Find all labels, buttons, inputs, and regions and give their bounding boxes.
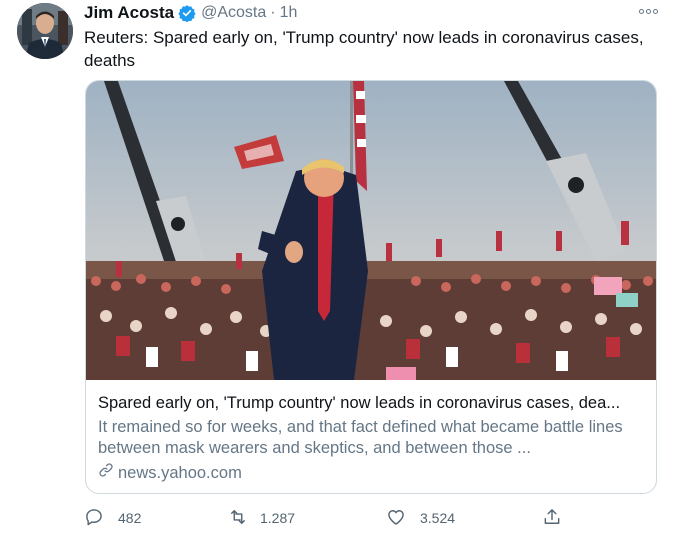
verified-badge-icon: [178, 4, 196, 23]
link-icon: [98, 462, 114, 484]
reply-icon: [84, 507, 104, 530]
tweet-timestamp[interactable]: 1h: [280, 4, 298, 22]
tweet-header: Jim Acosta @Acosta · 1h: [84, 2, 297, 24]
share-button[interactable]: [542, 506, 562, 530]
retweet-icon: [228, 507, 248, 530]
share-icon: [542, 507, 562, 530]
card-title[interactable]: Spared early on, 'Trump country' now lea…: [98, 393, 644, 414]
reply-button[interactable]: 482: [84, 506, 141, 530]
retweet-count: 1.287: [260, 510, 296, 526]
separator-dot: ·: [270, 4, 276, 21]
action-bar: 482 1.287 3.524: [84, 506, 584, 530]
author-name[interactable]: Jim Acosta: [84, 3, 174, 23]
card-description: It remained so for weeks, and that fact …: [98, 418, 623, 457]
avatar[interactable]: [17, 3, 73, 59]
retweet-button[interactable]: 1.287: [228, 506, 295, 530]
author-handle[interactable]: @Acosta: [201, 4, 266, 22]
like-icon: [386, 507, 406, 530]
like-button[interactable]: 3.524: [386, 506, 455, 530]
card-body: Spared early on, 'Trump country' now lea…: [98, 393, 644, 484]
link-card[interactable]: Spared early on, 'Trump country' now lea…: [85, 80, 657, 494]
avatar-photo: [17, 3, 73, 59]
tweet-text: Reuters: Spared early on, 'Trump country…: [84, 28, 644, 70]
reply-count: 482: [118, 510, 142, 526]
like-count: 3.524: [420, 510, 456, 526]
tweet[interactable]: Jim Acosta @Acosta · 1h Reuters: Spared …: [0, 0, 675, 543]
card-domain-row: news.yahoo.com: [98, 462, 644, 484]
card-image[interactable]: [86, 81, 656, 380]
card-domain[interactable]: news.yahoo.com: [118, 463, 242, 484]
more-options-icon[interactable]: [637, 4, 659, 18]
